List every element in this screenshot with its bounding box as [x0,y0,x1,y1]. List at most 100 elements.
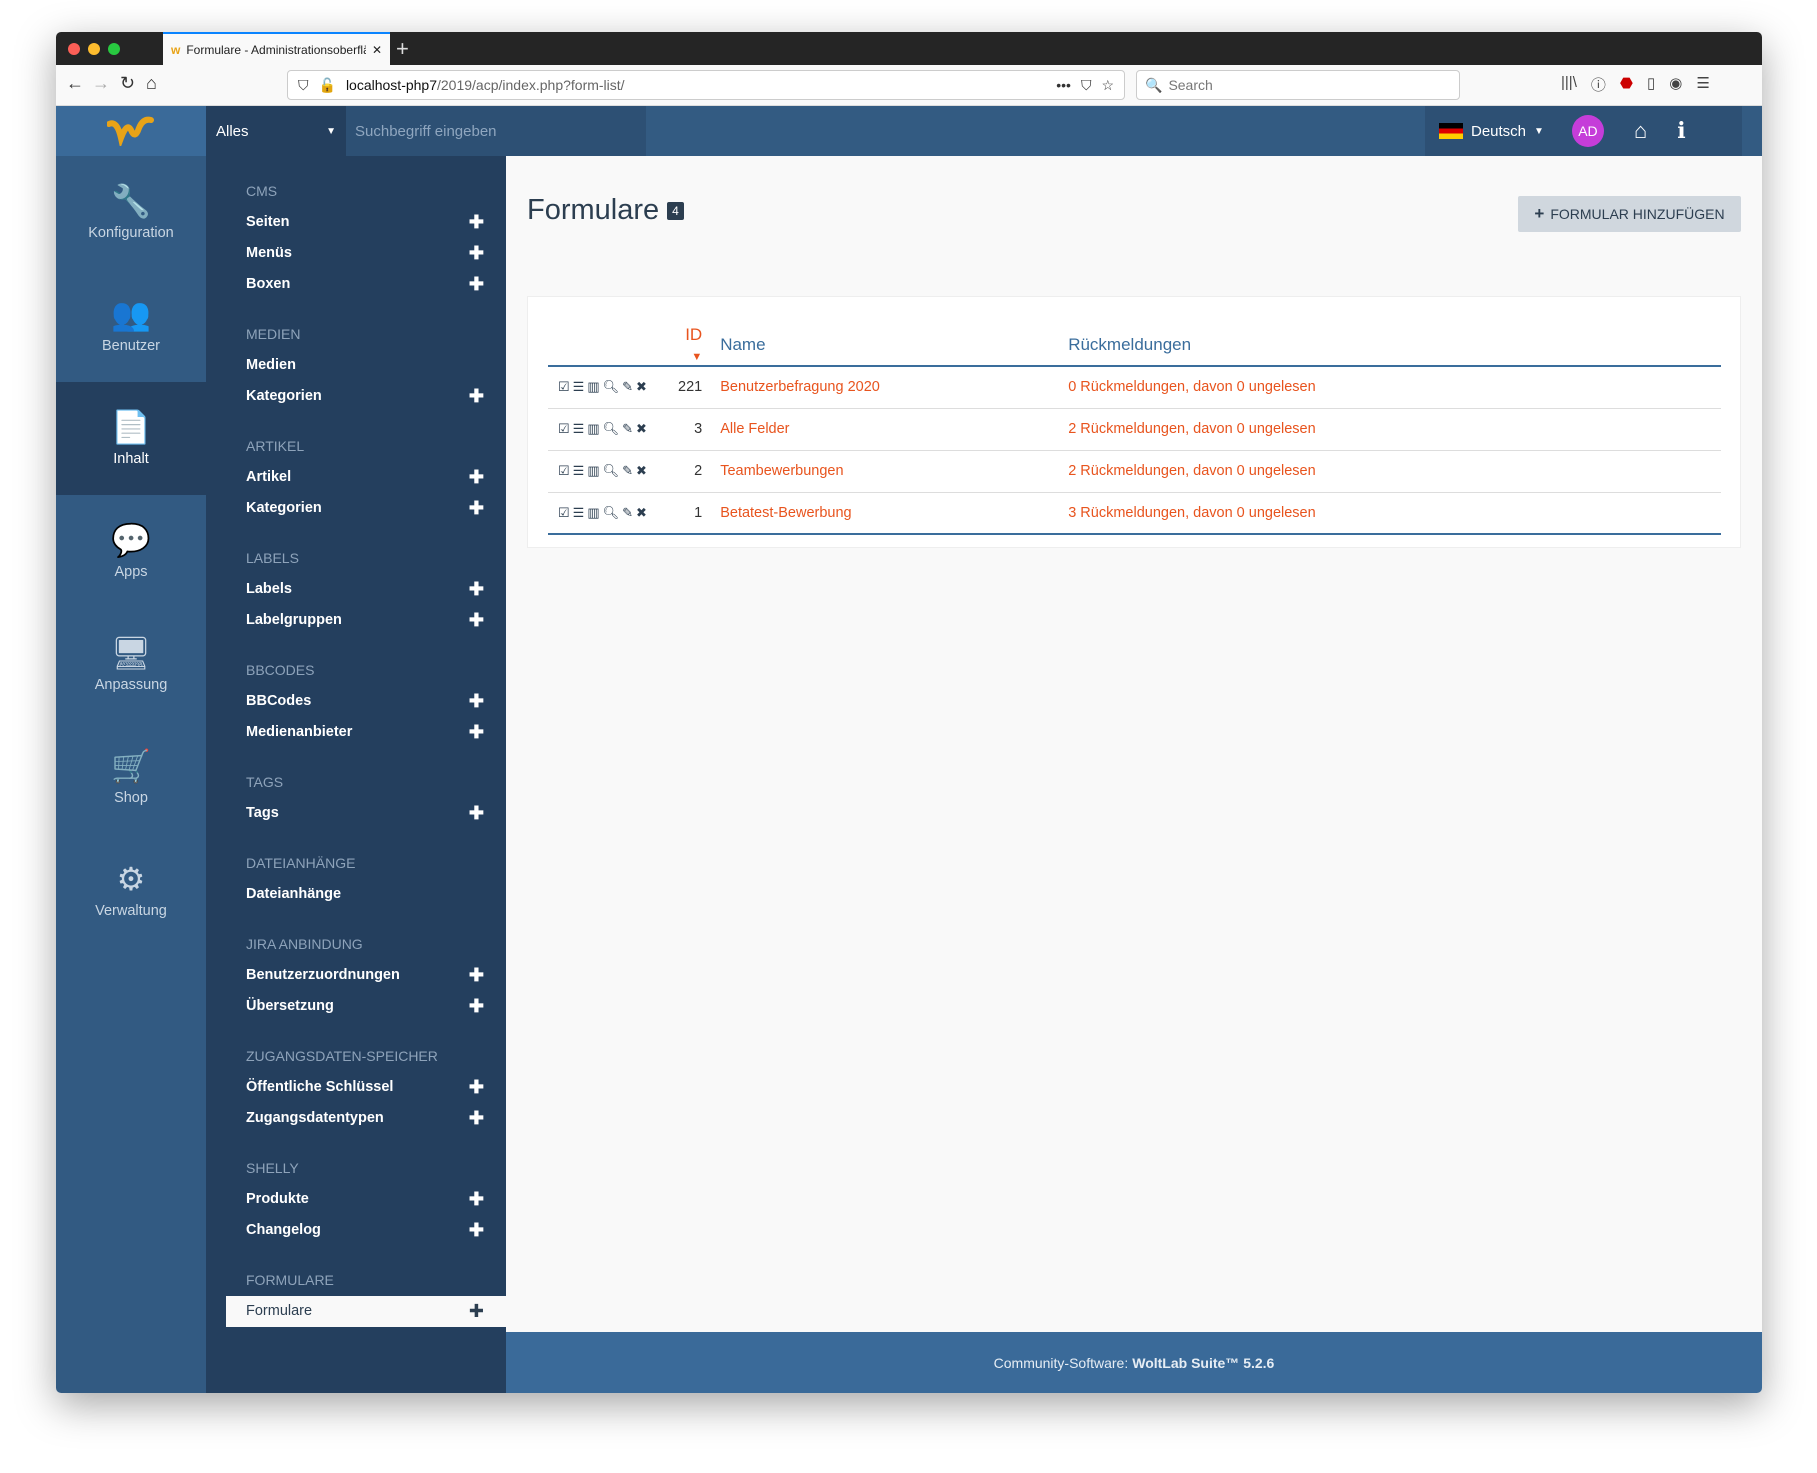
menu-icon[interactable]: ☰ [1696,74,1709,95]
delete-icon[interactable]: ✖ [636,379,650,394]
sidebar-item-konfiguration[interactable]: 🔧 Konfiguration [56,156,206,269]
submenu-item-menu-s[interactable]: Menüs ✚ [206,238,506,269]
delete-icon[interactable]: ✖ [636,505,650,520]
submenu-item-u-bersetzung[interactable]: Übersetzung ✚ [206,991,506,1022]
row-responses-link[interactable]: 3 Rückmeldungen, davon 0 ungelesen [1068,492,1721,535]
submenu-item-changelog[interactable]: Changelog ✚ [206,1215,506,1246]
search-icon[interactable]: 🔍︎ [603,505,623,520]
sidebar-item-verwaltung[interactable]: ⚙ Verwaltung [56,834,206,947]
sidebar-item-benutzer[interactable]: 👥 Benutzer [56,269,206,382]
new-tab-icon[interactable]: + [396,36,409,62]
row-responses-link[interactable]: 2 Rückmeldungen, davon 0 ungelesen [1068,450,1721,493]
submenu-item-seiten[interactable]: Seiten ✚ [206,207,506,238]
delete-icon[interactable]: ✖ [636,421,650,436]
add-icon[interactable]: ✚ [469,1215,484,1246]
add-icon[interactable]: ✚ [469,686,484,717]
list-icon[interactable]: ☰ [573,463,588,478]
list-icon[interactable]: ☰ [573,379,588,394]
submenu-item-kategorien[interactable]: Kategorien ✚ [206,493,506,524]
chart-icon[interactable]: ▥ [587,505,602,520]
browser-tab[interactable]: w Formulare - Administrationsoberfläche … [163,32,390,65]
chart-icon[interactable]: ▥ [587,463,602,478]
sidebar-item-apps[interactable]: 💬 Apps [56,495,206,608]
search-icon[interactable]: 🔍︎ [603,379,623,394]
delete-icon[interactable]: ✖ [636,463,650,478]
submenu-item-formulare[interactable]: Formulare ✚ [226,1296,506,1327]
add-icon[interactable]: ✚ [469,381,484,412]
url-bar[interactable]: ⛉ 🔓 localhost-php7/2019/acp/index.php?fo… [287,70,1125,100]
toggle-icon[interactable]: ☑ [558,379,573,394]
submenu-item-zugangsdatentypen[interactable]: Zugangsdatentypen ✚ [206,1103,506,1134]
account-icon[interactable]: ◉ [1669,74,1682,95]
column-header-responses[interactable]: Rückmeldungen [1068,317,1721,367]
add-icon[interactable]: ✚ [469,1103,484,1134]
submenu-item-artikel[interactable]: Artikel ✚ [206,462,506,493]
submenu-item-labels[interactable]: Labels ✚ [206,574,506,605]
maximize-window-button[interactable] [108,43,120,55]
edit-icon[interactable]: ✎ [622,463,636,478]
footer-product-link[interactable]: WoltLab Suite™ 5.2.6 [1132,1355,1274,1371]
password-manager-icon[interactable]: ⓘ [1591,74,1606,95]
add-icon[interactable]: ✚ [469,574,484,605]
row-name-link[interactable]: Betatest-Bewerbung [720,492,1069,535]
library-icon[interactable]: |||\ [1561,74,1577,95]
submenu-item-o-ffentliche-schlu-ssel[interactable]: Öffentliche Schlüssel ✚ [206,1072,506,1103]
row-name-link[interactable]: Teambewerbungen [720,450,1069,493]
row-responses-link[interactable]: 0 Rückmeldungen, davon 0 ungelesen [1068,366,1721,409]
add-form-button[interactable]: + FORMULAR HINZUFÜGEN [1518,196,1741,232]
language-selector[interactable]: Deutsch ▼ [1439,123,1544,140]
chart-icon[interactable]: ▥ [587,421,602,436]
home-icon[interactable]: ⌂ [146,73,157,94]
forward-icon[interactable]: → [92,73,110,94]
add-icon[interactable]: ✚ [469,238,484,269]
sidebar-item-inhalt[interactable]: 📄 Inhalt [56,382,206,495]
reload-icon[interactable]: ↻ [120,73,135,94]
sidebar-item-shop[interactable]: 🛒 Shop [56,721,206,834]
submenu-item-boxen[interactable]: Boxen ✚ [206,269,506,300]
submenu-item-benutzerzuordnungen[interactable]: Benutzerzuordnungen ✚ [206,960,506,991]
column-header-name[interactable]: Name [720,317,1069,367]
submenu-item-bbcodes[interactable]: BBCodes ✚ [206,686,506,717]
search-icon[interactable]: 🔍︎ [603,463,623,478]
sidebar-item-anpassung[interactable]: 🖥 Anpassung [56,608,206,721]
edit-icon[interactable]: ✎ [622,421,636,436]
row-name-link[interactable]: Benutzerbefragung 2020 [720,366,1069,409]
info-icon[interactable]: i [1677,118,1685,144]
list-icon[interactable]: ☰ [573,505,588,520]
close-window-button[interactable] [68,43,80,55]
adblock-icon[interactable]: ⬣ [1620,74,1633,95]
close-tab-icon[interactable]: ✕ [372,43,382,57]
submenu-item-kategorien[interactable]: Kategorien ✚ [206,381,506,412]
list-icon[interactable]: ☰ [573,421,588,436]
toggle-icon[interactable]: ☑ [558,505,573,520]
add-icon[interactable]: ✚ [469,717,484,748]
sidebar-icon[interactable]: ▯ [1647,74,1655,95]
more-icon[interactable]: ••• [1056,77,1071,93]
add-icon[interactable]: ✚ [469,269,484,300]
minimize-window-button[interactable] [88,43,100,55]
woltlab-logo[interactable] [56,106,206,156]
avatar[interactable]: AD [1571,115,1604,147]
add-icon[interactable]: ✚ [469,1296,484,1327]
toggle-icon[interactable]: ☑ [558,463,573,478]
chart-icon[interactable]: ▥ [587,379,602,394]
search-scope-dropdown[interactable]: Alles ▼ [206,106,346,156]
submenu-item-medien[interactable]: Medien [206,350,506,381]
row-responses-link[interactable]: 2 Rückmeldungen, davon 0 ungelesen [1068,408,1721,451]
acp-search-input[interactable]: Suchbegriff eingeben [346,106,646,156]
submenu-item-tags[interactable]: Tags ✚ [206,798,506,829]
add-icon[interactable]: ✚ [469,991,484,1022]
column-header-id[interactable]: ID ▼ [678,317,721,367]
add-icon[interactable]: ✚ [469,493,484,524]
back-icon[interactable]: ← [66,73,84,94]
add-icon[interactable]: ✚ [469,960,484,991]
add-icon[interactable]: ✚ [469,605,484,636]
add-icon[interactable]: ✚ [469,798,484,829]
submenu-item-produkte[interactable]: Produkte ✚ [206,1184,506,1215]
add-icon[interactable]: ✚ [469,207,484,238]
search-icon[interactable]: 🔍︎ [603,421,623,436]
submenu-item-medienanbieter[interactable]: Medienanbieter ✚ [206,717,506,748]
bookmark-star-icon[interactable]: ☆ [1101,77,1114,94]
add-icon[interactable]: ✚ [469,1072,484,1103]
toggle-icon[interactable]: ☑ [558,421,573,436]
